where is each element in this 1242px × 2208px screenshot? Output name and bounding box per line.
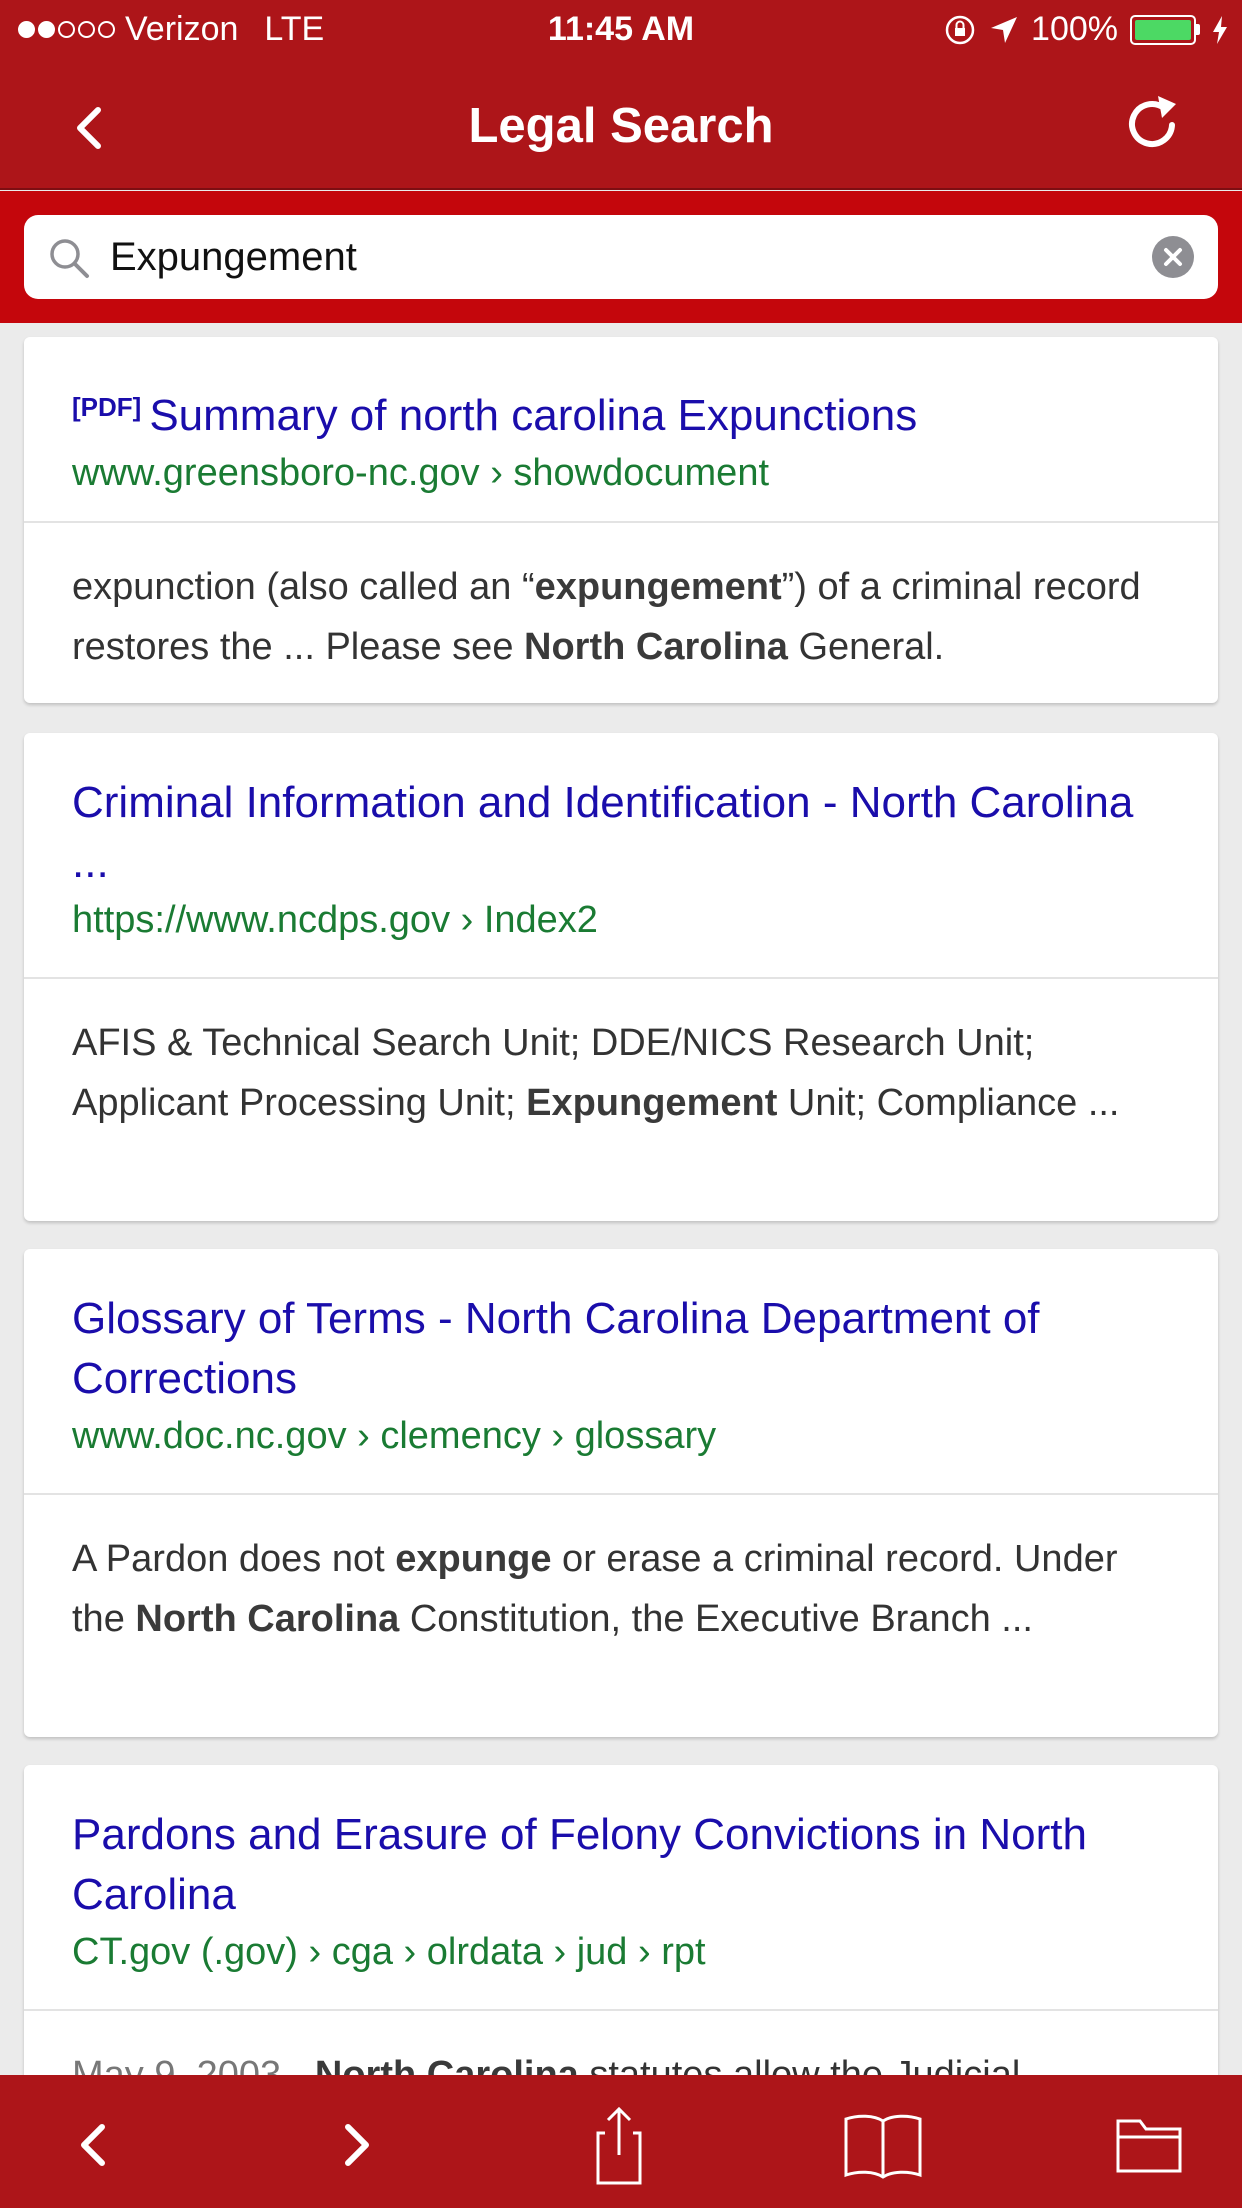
forward-icon [345, 2124, 369, 2166]
search-box[interactable] [24, 215, 1218, 299]
refresh-icon [1129, 96, 1176, 147]
result-url[interactable]: www.greensboro-nc.gov › showdocument [72, 446, 1170, 500]
snippet-text: A Pardon does not [72, 1538, 396, 1580]
status-right: 100% [943, 10, 1228, 49]
result-header: Glossary of Terms - North Carolina Depar… [24, 1249, 1218, 1495]
battery-percent: 100% [1031, 10, 1118, 48]
snippet-keyword: expunge [395, 1538, 552, 1580]
battery-icon [1130, 14, 1200, 45]
status-bar: Verizon LTE 11:45 AM 100% [0, 0, 1242, 60]
snippet-text: Unit; Compliance ... [777, 1082, 1120, 1124]
result-snippet: May 9, 2003 - North Carolina statutes al… [24, 2011, 1218, 2075]
result-snippet: AFIS & Technical Search Unit; DDE/NICS R… [24, 979, 1218, 1133]
snippet-text: statutes allow the Judicial [578, 2054, 1021, 2075]
search-icon [50, 239, 89, 278]
snippet-keyword: Expungement [526, 1082, 778, 1124]
snippet-text: expunction (also called an “ [72, 566, 535, 608]
result-card[interactable]: Criminal Information and Identification … [24, 733, 1218, 1221]
search-input[interactable] [110, 215, 1110, 299]
orientation-lock-icon [945, 15, 975, 44]
result-card[interactable]: [PDF] Summary of north carolina Expunctio… [24, 337, 1218, 703]
snippet-keyword: North Carolina [524, 626, 788, 668]
bookmarks-icon [844, 2114, 922, 2179]
result-url[interactable]: CT.gov (.gov) › cga › olrdata › jud › rp… [72, 1925, 1170, 1979]
result-snippet: A Pardon does not expunge or erase a cri… [24, 1495, 1218, 1649]
snippet-keyword: expungement [534, 566, 782, 608]
share-icon [596, 2106, 642, 2185]
charging-bolt-icon [1213, 15, 1227, 44]
back-icon [81, 2124, 105, 2166]
snippet-text: May 9, 2003 - [72, 2054, 315, 2075]
snippet-text: General. [787, 626, 945, 668]
result-header: Pardons and Erasure of Felony Conviction… [24, 1765, 1218, 2011]
pdf-tag: [PDF] [72, 392, 142, 422]
snippet-keyword: North Carolina [314, 2054, 579, 2075]
result-title[interactable]: [PDF] Summary of north carolina Expunctio… [72, 377, 1170, 446]
result-url[interactable]: www.doc.nc.gov › clemency › glossary [72, 1409, 1170, 1463]
result-header: [PDF] Summary of north carolina Expunctio… [24, 337, 1218, 523]
folder-icon [1116, 2119, 1182, 2173]
navigation-bar: Legal Search [0, 60, 1242, 190]
bookmarks-button[interactable] [838, 2105, 928, 2185]
result-snippet: expunction (also called an “expungement”… [24, 523, 1218, 677]
snippet-text: Constitution, the Executive Branch ... [399, 1598, 1033, 1640]
browser-forward-button[interactable] [312, 2105, 402, 2185]
folder-button[interactable] [1104, 2105, 1194, 2185]
result-title[interactable]: Glossary of Terms - North Carolina Depar… [72, 1289, 1170, 1409]
result-card[interactable]: Pardons and Erasure of Felony Conviction… [24, 1765, 1218, 2075]
search-bar [0, 191, 1242, 323]
result-title[interactable]: Pardons and Erasure of Felony Conviction… [72, 1805, 1170, 1925]
result-title[interactable]: Criminal Information and Identification … [72, 773, 1170, 893]
location-arrow-icon [991, 16, 1018, 43]
page-title: Legal Search [468, 99, 774, 153]
share-button[interactable] [574, 2105, 664, 2185]
result-header: Criminal Information and Identification … [24, 733, 1218, 979]
browser-back-button[interactable] [48, 2105, 138, 2185]
refresh-button[interactable] [1118, 90, 1188, 160]
search-results: [PDF] Summary of north carolina Expunctio… [0, 323, 1242, 2075]
bottom-toolbar [0, 2075, 1242, 2208]
result-card[interactable]: Glossary of Terms - North Carolina Depar… [24, 1249, 1218, 1737]
clear-search-icon[interactable] [1152, 236, 1194, 278]
result-url[interactable]: https://www.ncdps.gov › Index2 [72, 893, 1170, 947]
battery-fill [1135, 19, 1191, 40]
result-title-text: Summary of north carolina Expunctions [149, 391, 918, 440]
snippet-keyword: North Carolina [135, 1598, 400, 1640]
